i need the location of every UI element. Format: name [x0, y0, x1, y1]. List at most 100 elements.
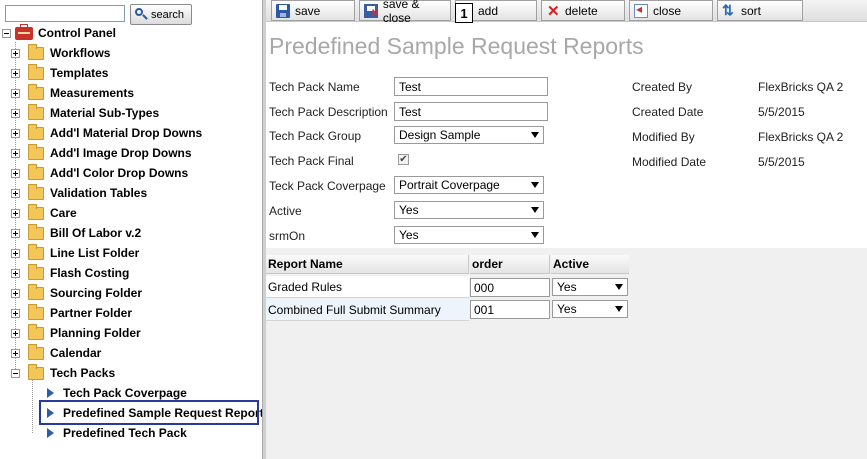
- expand-icon[interactable]: [11, 168, 20, 178]
- expand-icon[interactable]: [11, 328, 20, 338]
- collapse-icon[interactable]: [11, 368, 20, 378]
- tech-pack-final-label: Tech Pack Final: [269, 154, 354, 168]
- tree-root-control-panel[interactable]: Control Panel: [2, 23, 116, 43]
- save-button[interactable]: save: [271, 0, 355, 21]
- order-input[interactable]: 000: [470, 278, 550, 297]
- coverpage-select[interactable]: Portrait Coverpage: [394, 176, 544, 194]
- tech-pack-description-input[interactable]: Test: [394, 102, 548, 121]
- tech-pack-group-value: Design Sample: [399, 128, 481, 142]
- tree-item-label: Sourcing Folder: [50, 286, 143, 300]
- expand-icon[interactable]: [11, 248, 20, 258]
- table-row[interactable]: Graded Rules: [266, 276, 469, 298]
- folder-icon: [28, 323, 44, 340]
- tech-pack-name-label: Tech Pack Name: [269, 80, 360, 94]
- floppy-disk-icon: [276, 3, 290, 18]
- tree-item-line-list-folder[interactable]: Line List Folder: [11, 243, 139, 263]
- tree-item-workflows[interactable]: Workflows: [11, 43, 110, 63]
- dropdown-arrow-icon: [531, 232, 539, 238]
- tree-item-label: Add'l Color Drop Downs: [50, 166, 189, 180]
- tech-pack-final-checkbox[interactable]: ✔: [398, 154, 409, 165]
- tech-pack-name-input[interactable]: Test: [394, 77, 548, 96]
- srmon-select[interactable]: Yes: [394, 226, 544, 244]
- tree-item-label: Tech Packs: [50, 366, 116, 380]
- save-close-button[interactable]: save & close: [359, 0, 451, 25]
- selection-highlight: [39, 400, 259, 425]
- folder-icon: [28, 143, 44, 160]
- expand-icon[interactable]: [11, 228, 20, 238]
- tree-item-partner-folder[interactable]: Partner Folder: [11, 303, 132, 323]
- tree-item-add-l-color-drop-downs[interactable]: Add'l Color Drop Downs: [11, 163, 188, 183]
- expand-icon[interactable]: [11, 48, 20, 58]
- tree-item-material-sub-types[interactable]: Material Sub-Types: [11, 103, 159, 123]
- expand-icon[interactable]: [11, 188, 20, 198]
- content-panel: save save & close add delete close sort …: [266, 0, 867, 459]
- dropdown-arrow-icon: [615, 284, 623, 290]
- folder-open-icon: [28, 363, 44, 380]
- folder-icon: [28, 83, 44, 100]
- folder-icon: [28, 263, 44, 280]
- grid-header-active[interactable]: Active: [551, 255, 629, 274]
- tree-root-label: Control Panel: [38, 26, 117, 40]
- tree-item-tech-packs[interactable]: Tech Packs: [11, 363, 115, 383]
- tree-item-care[interactable]: Care: [11, 203, 77, 223]
- folder-icon: [28, 43, 44, 60]
- dropdown-arrow-icon: [531, 132, 539, 138]
- tree-item-label: Add'l Material Drop Downs: [50, 126, 203, 140]
- close-button[interactable]: close: [629, 0, 713, 21]
- tree-item-templates[interactable]: Templates: [11, 63, 108, 83]
- tech-pack-group-label: Tech Pack Group: [269, 129, 362, 143]
- dropdown-arrow-icon: [531, 207, 539, 213]
- folder-icon: [28, 103, 44, 120]
- sort-button[interactable]: sort: [717, 0, 803, 21]
- folder-icon: [28, 203, 44, 220]
- tech-pack-group-select[interactable]: Design Sample: [394, 126, 544, 144]
- arrow-right-icon: [47, 388, 54, 398]
- save-close-icon: [364, 3, 379, 19]
- tree-item-bill-of-labor-v-2[interactable]: Bill Of Labor v.2: [11, 223, 141, 243]
- row-active-select[interactable]: Yes: [552, 300, 628, 318]
- delete-label: delete: [565, 3, 598, 18]
- delete-button[interactable]: delete: [541, 0, 625, 21]
- search-input[interactable]: [5, 5, 125, 22]
- order-input[interactable]: 001: [470, 300, 550, 319]
- expand-icon[interactable]: [11, 268, 20, 278]
- expand-icon[interactable]: [11, 128, 20, 138]
- row-active-select[interactable]: Yes: [552, 278, 628, 296]
- active-select[interactable]: Yes: [394, 201, 544, 219]
- folder-icon: [28, 283, 44, 300]
- close-icon: [634, 2, 648, 18]
- search-button-label: search: [151, 8, 185, 21]
- tree-item-sourcing-folder[interactable]: Sourcing Folder: [11, 283, 142, 303]
- tree-item-predefined-tech-pack[interactable]: Predefined Tech Pack: [47, 423, 187, 443]
- tree-item-label: Add'l Image Drop Downs: [50, 146, 192, 160]
- tree-item-flash-costing[interactable]: Flash Costing: [11, 263, 129, 283]
- tree-item-add-l-image-drop-downs[interactable]: Add'l Image Drop Downs: [11, 143, 192, 163]
- tech-pack-form: Tech Pack Name Test Tech Pack Descriptio…: [266, 71, 867, 248]
- tree-item-add-l-material-drop-downs[interactable]: Add'l Material Drop Downs: [11, 123, 202, 143]
- tree-item-planning-folder[interactable]: Planning Folder: [11, 323, 141, 343]
- delete-x-icon: [546, 2, 560, 20]
- tree-item-validation-tables[interactable]: Validation Tables: [11, 183, 147, 203]
- table-row[interactable]: Combined Full Submit Summary: [266, 299, 469, 321]
- expand-icon[interactable]: [11, 148, 20, 158]
- expand-icon[interactable]: [11, 288, 20, 298]
- tree-item-label: Measurements: [50, 86, 135, 100]
- expand-icon[interactable]: [11, 308, 20, 318]
- row-active-value: Yes: [557, 302, 577, 316]
- search-button[interactable]: search: [130, 4, 192, 25]
- tree-item-label: Care: [50, 206, 77, 220]
- tree-item-label: Flash Costing: [50, 266, 130, 280]
- tree-item-label: Line List Folder: [50, 246, 140, 260]
- collapse-icon[interactable]: [2, 28, 11, 38]
- folder-icon: [28, 123, 44, 140]
- expand-icon[interactable]: [11, 208, 20, 218]
- expand-icon[interactable]: [11, 88, 20, 98]
- tree-item-measurements[interactable]: Measurements: [11, 83, 134, 103]
- expand-icon[interactable]: [11, 348, 20, 358]
- modified-date-label: Modified Date: [632, 155, 707, 169]
- grid-header-order[interactable]: order: [470, 255, 550, 274]
- expand-icon[interactable]: [11, 108, 20, 118]
- grid-header-report-name[interactable]: Report Name: [266, 255, 469, 274]
- tree-item-calendar[interactable]: Calendar: [11, 343, 101, 363]
- expand-icon[interactable]: [11, 68, 20, 78]
